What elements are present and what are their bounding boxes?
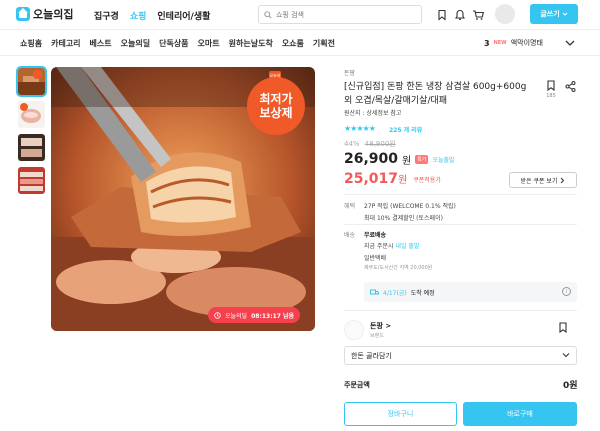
total-label: 주문금액 <box>344 381 370 389</box>
arrival-date: 4/17(금) <box>383 289 407 297</box>
brand-bookmark-icon[interactable] <box>558 322 568 333</box>
divider <box>344 224 577 225</box>
nav-interior[interactable]: 인테리어/생활 <box>157 9 210 22</box>
discount-percent: 44% <box>344 140 360 148</box>
coupon-price: 25,017 <box>344 171 399 187</box>
sub-nav: 쇼핑홈 카테고리 베스트 오늘의딜 단독상품 오마트 원하는날도착 오쇼룸 기획… <box>0 30 600 56</box>
shipping-note: 지금 주문시 내일 출발 <box>364 241 419 250</box>
deal-timer: 오늘의딜 08:13:17 남음 <box>208 307 301 323</box>
coupon-price-row: 25,017원 쿠폰적용가 <box>344 171 441 187</box>
cart-icon[interactable] <box>472 9 484 21</box>
shipping-note-highlight: 내일 출발 <box>395 243 420 250</box>
lowest-price-badge: 최저가 보상제 <box>247 77 305 135</box>
logo[interactable]: 오늘의집 <box>16 6 73 22</box>
subnav-item-best[interactable]: 베스트 <box>90 38 112 49</box>
card-benefit[interactable]: 최대 10% 결제할인 (토스페이) <box>364 213 443 222</box>
origin-info: 원산지 : 상세정보 참고 <box>344 110 402 117</box>
subnav-item-category[interactable]: 카테고리 <box>51 38 80 49</box>
review-count[interactable]: 225 개 리뷰 <box>389 125 422 134</box>
divider <box>344 194 577 195</box>
timer-label: 오늘의딜 <box>225 312 248 320</box>
search-box[interactable] <box>258 5 422 24</box>
option-select[interactable]: 한돈 골라담기 <box>344 346 577 365</box>
badge-line-2: 보상제 <box>259 106 293 120</box>
chevron-right-icon <box>561 177 565 183</box>
subnav-item-todays-deal[interactable]: 오늘의딜 <box>121 38 150 49</box>
info-icon[interactable]: i <box>562 287 571 296</box>
chevron-down-icon <box>562 353 570 358</box>
thumbnail-3[interactable] <box>18 134 45 161</box>
arrival-text: 도착 예정 <box>410 289 435 297</box>
subnav-item-omart[interactable]: 오마트 <box>198 38 220 49</box>
view-coupons-button[interactable]: 받은 쿠폰 보기 <box>509 172 577 188</box>
brand-name[interactable]: 돈팡 > <box>370 321 391 331</box>
divider <box>344 310 577 311</box>
avatar[interactable] <box>495 4 515 24</box>
truck-icon <box>370 289 379 294</box>
clock-icon <box>214 311 221 319</box>
today-departure-badge: 오늘출발 <box>432 156 455 164</box>
shipping-method: 일반택배 <box>364 255 387 262</box>
trend-new-badge: NEW <box>493 40 507 46</box>
write-button[interactable]: 글쓰기 <box>530 4 578 24</box>
subnav-item-shop-home[interactable]: 쇼핑홈 <box>20 38 42 49</box>
badge-line-1: 최저가 <box>259 92 293 106</box>
top-header: 오늘의집 집구경 쇼핑 인테리어/생활 글쓰기 <box>0 0 600 30</box>
search-icon <box>264 10 272 19</box>
subnav-item-oshowroom[interactable]: 오쇼룸 <box>282 38 304 49</box>
add-to-cart-button[interactable]: 장바구니 <box>344 402 457 426</box>
coupon-price-label: 쿠폰적용가 <box>413 176 441 184</box>
shipping-note-prefix: 지금 주문시 <box>364 243 394 250</box>
point-benefit: 27P 적립 (WELCOME 0.1% 적립) <box>364 203 456 210</box>
buy-now-button[interactable]: 바로구매 <box>463 402 577 426</box>
search-input[interactable] <box>276 10 416 19</box>
bookmark-icon[interactable] <box>436 9 448 21</box>
rating-stars: ★★★★★ <box>344 124 376 133</box>
option-select-value: 한돈 골라담기 <box>351 351 392 360</box>
product-title: [신규입점] 돈팡 한돈 냉장 삼겹살 600g+600g 외 오겹/목살/갈매… <box>344 82 527 106</box>
view-coupons-label: 받은 쿠폰 보기 <box>520 177 558 185</box>
subnav-items: 쇼핑홈 카테고리 베스트 오늘의딜 단독상품 오마트 원하는날도착 오쇼룸 기획… <box>20 38 335 49</box>
bookmark-count: 185 <box>546 93 556 99</box>
thumbnail-2[interactable] <box>18 101 45 128</box>
trending-keyword[interactable]: 3 NEW 액막이명태 <box>484 38 543 48</box>
total-value: 0원 <box>563 381 578 391</box>
sale-price: 26,900 <box>344 151 399 167</box>
trend-rank: 3 <box>484 38 490 48</box>
product-bookmark[interactable]: 185 <box>546 80 556 99</box>
bell-icon[interactable] <box>454 9 466 21</box>
main-nav: 집구경 쇼핑 인테리어/생활 <box>94 9 210 22</box>
chevron-down-icon[interactable] <box>565 39 575 47</box>
benefit-label: 혜택 <box>344 203 356 210</box>
trend-text: 액막이명태 <box>510 39 543 47</box>
subnav-item-exclusive[interactable]: 단독상품 <box>159 38 188 49</box>
discount-row: 44% 48,900원 <box>344 139 396 149</box>
brand-logo[interactable] <box>344 320 364 340</box>
bookmark-icon <box>547 80 555 92</box>
brand-sub: 브랜드 <box>370 333 384 339</box>
coupon-price-unit: 원 <box>398 175 408 186</box>
main-product-image[interactable]: 오늘의딜 최저가 보상제 오늘의딜 08:13:17 남음 <box>51 67 315 331</box>
logo-text: 오늘의집 <box>33 8 74 21</box>
shipping-extra: 제주도/도서산간 지역 20,000원 <box>364 265 433 271</box>
price-row: 26,900 원 특가 오늘출발 <box>344 151 455 167</box>
arrival-estimate: 4/17(금) 도착 예정 i <box>364 282 577 302</box>
special-badge: 특가 <box>415 154 429 164</box>
shipping-label: 배송 <box>344 232 356 239</box>
thumbnail-4[interactable] <box>18 167 45 194</box>
shipping-fee: 무료배송 <box>364 232 387 239</box>
share-icon[interactable] <box>565 81 576 92</box>
thumbnail-1[interactable] <box>16 66 47 97</box>
subnav-item-exhibition[interactable]: 기획전 <box>313 38 335 49</box>
timer-value: 08:13:17 남음 <box>251 312 295 320</box>
subnav-item-desired-date[interactable]: 원하는날도착 <box>229 38 273 49</box>
brand-link[interactable]: 돈팡 <box>344 68 355 77</box>
original-price: 48,900원 <box>364 140 396 148</box>
logo-house-icon <box>16 7 30 21</box>
chevron-down-icon <box>562 12 568 16</box>
nav-shopping[interactable]: 쇼핑 <box>130 9 147 22</box>
write-label: 글쓰기 <box>540 10 560 18</box>
price-unit: 원 <box>402 155 412 167</box>
nav-house-tour[interactable]: 집구경 <box>94 9 119 22</box>
